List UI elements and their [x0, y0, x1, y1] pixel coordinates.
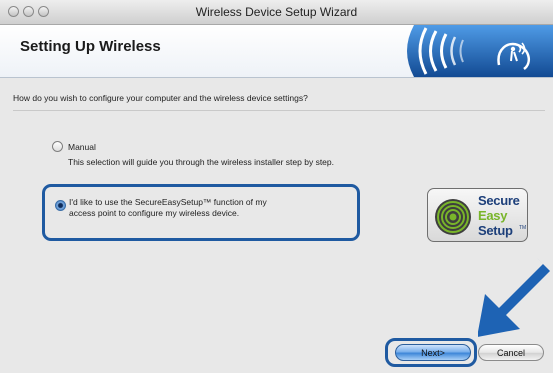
secureeasysetup-option-label-line1[interactable]: I'd like to use the SecureEasySetup™ fun… [69, 197, 267, 207]
badge-word-easy: Easy [478, 208, 508, 223]
pointer-arrow-icon [478, 258, 550, 337]
window-title: Wireless Device Setup Wizard [195, 5, 358, 19]
next-button[interactable]: Next> [395, 344, 471, 361]
secureeasysetup-logo: Secure Easy Setup TM [427, 188, 528, 242]
wizard-window: Wireless Device Setup Wizard Setting Up … [0, 0, 553, 373]
secureeasysetup-radio[interactable] [55, 200, 66, 211]
badge-word-setup: Setup [478, 223, 513, 238]
manual-radio[interactable] [52, 141, 63, 152]
wizard-header: Setting Up Wireless [0, 25, 553, 78]
cancel-button[interactable]: Cancel [478, 344, 544, 361]
wireless-signal-icon [407, 25, 553, 77]
configuration-question: How do you wish to configure your comput… [13, 93, 308, 103]
title-bar: Wireless Device Setup Wizard [0, 0, 553, 25]
page-title: Setting Up Wireless [20, 38, 161, 55]
badge-trademark: TM [519, 225, 527, 231]
badge-word-secure: Secure [478, 193, 520, 208]
manual-option-label[interactable]: Manual [68, 142, 96, 152]
signal-lock-icon [435, 199, 471, 235]
manual-option-description: This selection will guide you through th… [68, 157, 334, 167]
secureeasysetup-option-label-line2[interactable]: access point to configure my wireless de… [69, 208, 239, 218]
